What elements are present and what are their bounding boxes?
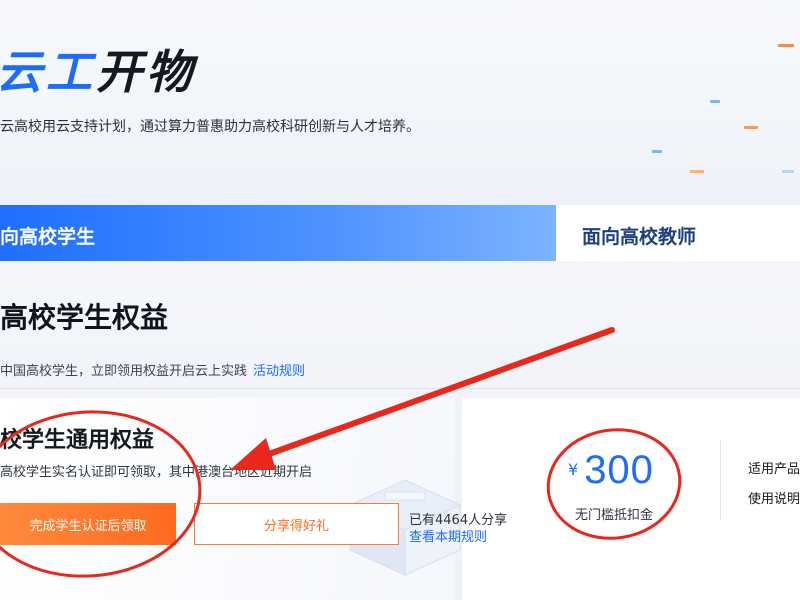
hero-title: 云工开物 xyxy=(0,36,196,102)
section-title: 高校学生权益 xyxy=(0,301,169,334)
applicable-products-link[interactable]: 适用产品 xyxy=(748,458,800,477)
coupon-amount: ¥300 xyxy=(568,448,654,498)
hero-subtitle: 云高校用云支持计划，通过算力普惠助力高校科研创新与人才培养。 xyxy=(0,119,420,135)
benefit-card-description: 高校学生实名认证即可领取，其中港澳台地区近期开启 xyxy=(0,465,313,480)
hero-title-rest: 开物 xyxy=(96,45,196,99)
section-subtitle: 中国高校学生，立即领用权益开启云上实践 活动规则 xyxy=(0,360,305,379)
tab-students-label: 向高校学生 xyxy=(0,226,96,248)
share-gift-button[interactable]: 分享得好礼 xyxy=(194,503,399,545)
hero-title-accent: 云工 xyxy=(0,45,96,99)
tab-teachers-label: 面向高校教师 xyxy=(582,226,697,248)
section-subtitle-text: 中国高校学生，立即领用权益开启云上实践 xyxy=(0,364,248,379)
usage-instructions-link[interactable]: 使用说明 xyxy=(748,488,800,507)
decor-dash xyxy=(778,44,794,47)
tab-students[interactable]: 向高校学生 xyxy=(0,205,556,261)
benefit-card-title: 校学生通用权益 xyxy=(0,428,155,453)
decor-dash xyxy=(652,150,662,153)
divider xyxy=(0,388,800,389)
decor-dash xyxy=(782,170,794,173)
decor-dash xyxy=(744,126,758,129)
coupon-divider xyxy=(720,440,721,520)
decor-dash xyxy=(710,100,720,103)
currency-symbol: ¥ xyxy=(568,460,579,479)
decor-dash xyxy=(690,170,704,173)
hero-banner: 云工开物 云高校用云支持计划，通过算力普惠助力高校科研创新与人才培养。 xyxy=(0,0,800,205)
tab-teachers[interactable]: 面向高校教师 xyxy=(556,205,800,261)
claim-after-verification-button[interactable]: 完成学生认证后领取 xyxy=(0,503,176,545)
coupon-value: 300 xyxy=(584,448,654,492)
activity-rules-link[interactable]: 活动规则 xyxy=(253,364,305,379)
period-rules-link[interactable]: 查看本期规则 xyxy=(409,526,487,545)
coupon-label: 无门槛抵扣金 xyxy=(575,508,654,523)
